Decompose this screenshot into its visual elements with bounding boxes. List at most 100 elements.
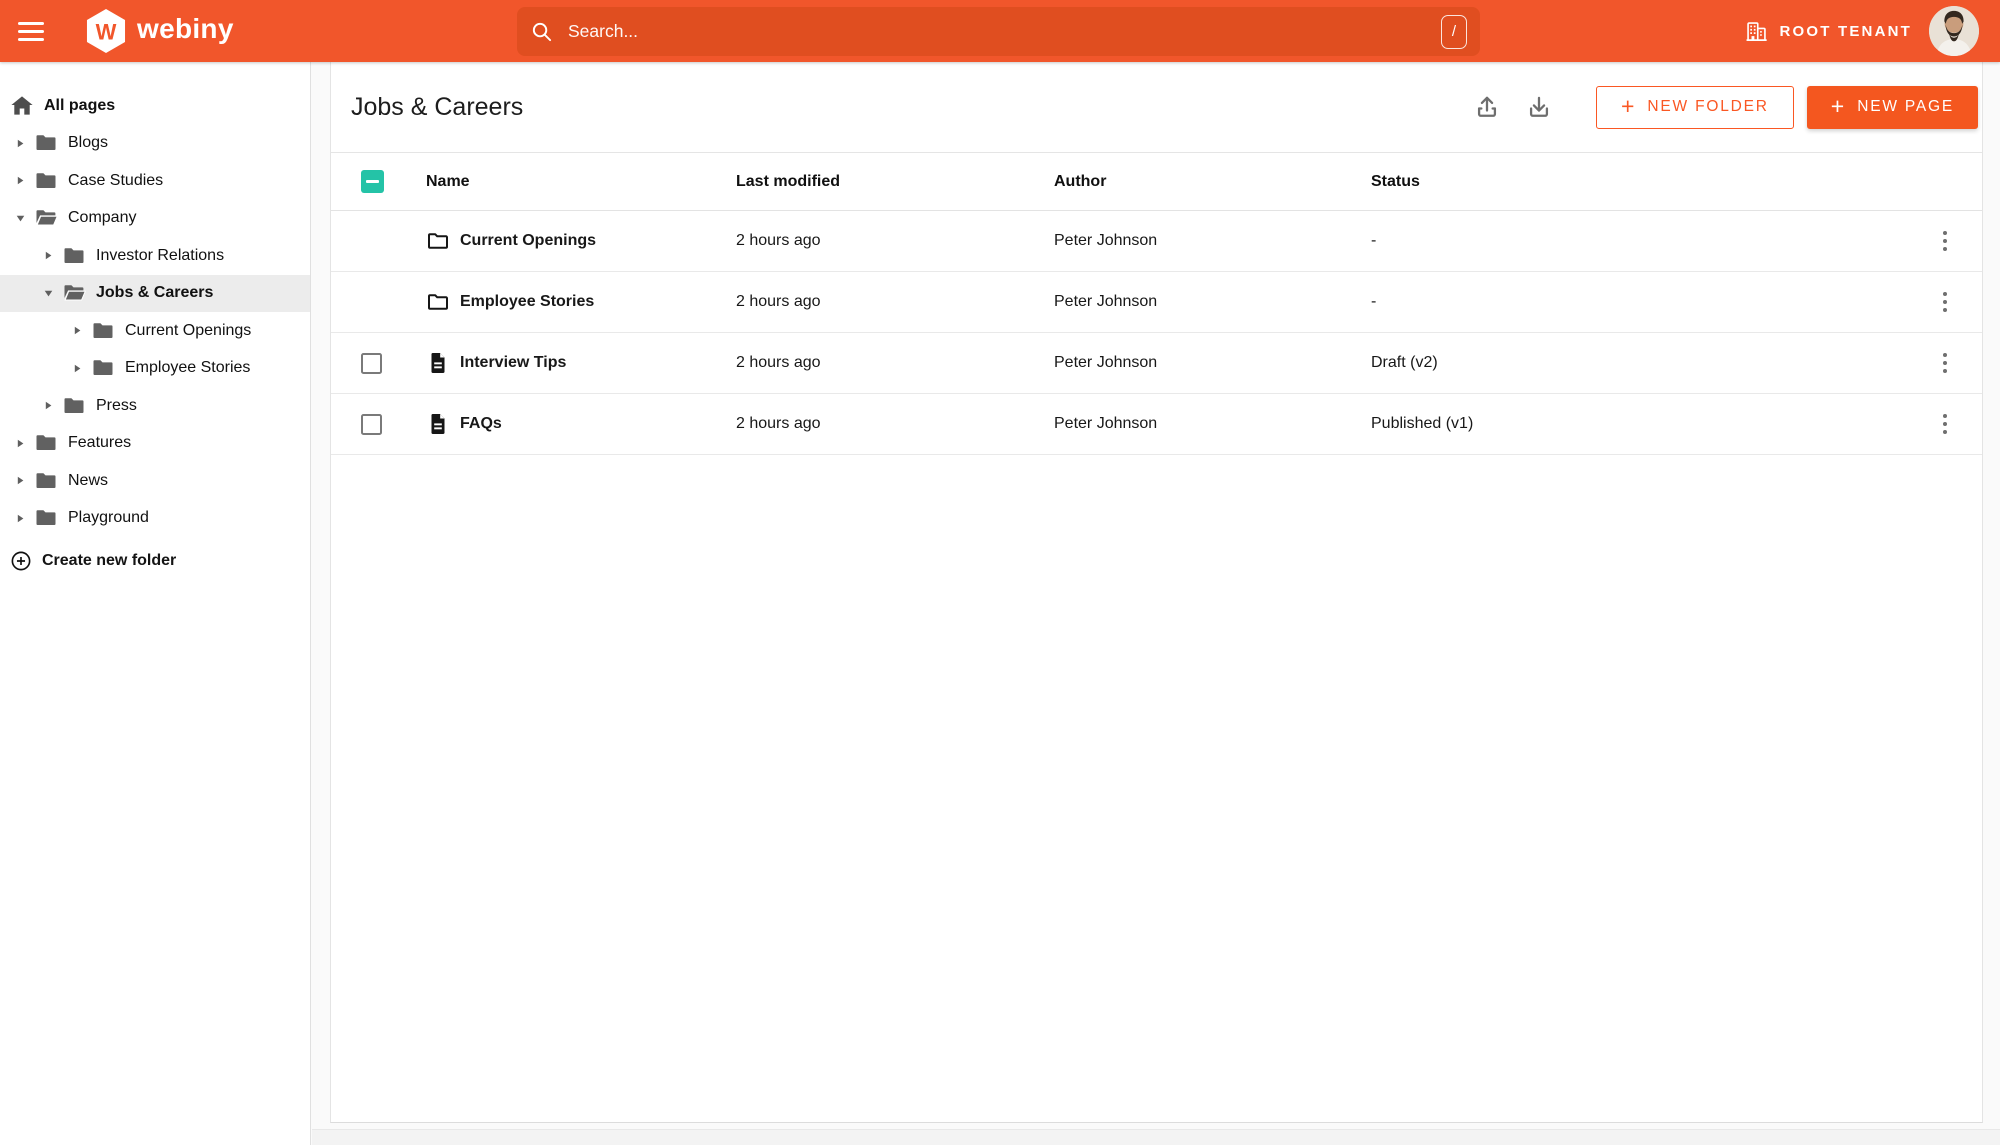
chevron-right-icon[interactable] xyxy=(12,473,28,489)
row-checkbox[interactable] xyxy=(361,413,382,435)
kebab-menu-icon[interactable] xyxy=(1937,408,1954,441)
sidebar-item-label: Investor Relations xyxy=(96,246,225,264)
sidebar-item-current-openings[interactable]: Current Openings xyxy=(0,312,310,350)
folder-icon xyxy=(62,394,86,418)
plus-icon: + xyxy=(1620,92,1635,119)
sidebar-item-case-studies[interactable]: Case Studies xyxy=(0,162,310,200)
chevron-right-icon[interactable] xyxy=(12,135,28,151)
folder-icon xyxy=(34,169,58,193)
import-button[interactable] xyxy=(1468,88,1506,126)
new-folder-button[interactable]: + NEW FOLDER xyxy=(1595,85,1794,129)
kebab-menu-icon[interactable] xyxy=(1937,347,1954,380)
row-last-modified: 2 hours ago xyxy=(736,293,821,310)
row-status: Draft (v2) xyxy=(1371,354,1438,371)
chevron-right-icon[interactable] xyxy=(69,360,85,376)
slash-shortcut-badge: / xyxy=(1441,14,1467,49)
chevron-right-icon[interactable] xyxy=(12,173,28,189)
sidebar-item-investor-relations[interactable]: Investor Relations xyxy=(0,237,310,275)
sidebar-item-playground[interactable]: Playground xyxy=(0,500,310,538)
sidebar-item-label: Company xyxy=(68,209,137,227)
table-row-faqs[interactable]: FAQs 2 hours ago Peter Johnson Published… xyxy=(331,394,1982,455)
avatar[interactable] xyxy=(1929,6,1979,56)
column-header-status: Status xyxy=(1371,172,1420,190)
row-status: - xyxy=(1371,232,1377,249)
column-header-author: Author xyxy=(1054,172,1107,190)
chevron-right-icon[interactable] xyxy=(40,398,56,414)
upload-icon xyxy=(1477,96,1497,117)
document-icon xyxy=(426,351,450,375)
folder-tree: All pages Blogs Case Studies Company Inv… xyxy=(0,87,310,537)
search-bar[interactable]: / xyxy=(517,7,1480,56)
page-title: Jobs & Careers xyxy=(351,92,524,121)
folder-icon xyxy=(62,244,86,268)
export-button[interactable] xyxy=(1520,88,1558,126)
folder-icon xyxy=(91,356,115,380)
bottom-scrollbar-track[interactable] xyxy=(312,1129,2000,1145)
sidebar-item-label: Employee Stories xyxy=(125,359,251,377)
sidebar-item-all-pages[interactable]: All pages xyxy=(0,87,310,125)
folder-icon xyxy=(34,506,58,530)
sidebar-item-features[interactable]: Features xyxy=(0,425,310,463)
sidebar-item-label: Playground xyxy=(68,509,149,527)
logo-wordmark: webiny xyxy=(137,13,234,44)
sidebar-item-label: Features xyxy=(68,434,132,452)
chevron-right-icon[interactable] xyxy=(12,510,28,526)
create-new-folder-button[interactable]: Create new folder xyxy=(0,542,310,580)
building-icon xyxy=(1747,21,1768,41)
chevron-right-icon[interactable] xyxy=(12,435,28,451)
row-last-modified: 2 hours ago xyxy=(736,354,821,371)
menu-icon[interactable] xyxy=(18,18,46,44)
table-row-interview-tips[interactable]: Interview Tips 2 hours ago Peter Johnson… xyxy=(331,333,1982,394)
folder-outline-icon xyxy=(426,290,450,314)
document-icon xyxy=(426,412,450,436)
sidebar-item-label: Case Studies xyxy=(68,171,164,189)
sidebar-item-blogs[interactable]: Blogs xyxy=(0,125,310,163)
chevron-down-icon[interactable] xyxy=(40,285,56,301)
row-author: Peter Johnson xyxy=(1054,232,1158,249)
sidebar-item-company[interactable]: Company xyxy=(0,200,310,238)
svg-text:W: W xyxy=(96,19,117,44)
chevron-down-icon[interactable] xyxy=(12,210,28,226)
new-page-button[interactable]: + NEW PAGE xyxy=(1806,85,1978,129)
pages-panel: Jobs & Careers + NEW FOLDER + NEW PAGE N… xyxy=(330,62,1983,1123)
row-status: - xyxy=(1371,293,1377,310)
row-name: Current Openings xyxy=(460,232,597,249)
select-all-checkbox[interactable] xyxy=(361,170,384,193)
row-status: Published (v1) xyxy=(1371,415,1474,432)
download-icon xyxy=(1529,96,1549,117)
tenant-switcher[interactable]: ROOT TENANT xyxy=(1745,0,1912,62)
folder-icon xyxy=(91,319,115,343)
sidebar-item-employee-stories[interactable]: Employee Stories xyxy=(0,350,310,388)
row-last-modified: 2 hours ago xyxy=(736,415,821,432)
row-author: Peter Johnson xyxy=(1054,354,1158,371)
kebab-menu-icon[interactable] xyxy=(1937,286,1954,319)
sidebar-item-label: News xyxy=(68,471,109,489)
plus-icon: + xyxy=(1830,92,1845,119)
column-header-last-modified: Last modified xyxy=(736,172,841,190)
sidebar-item-news[interactable]: News xyxy=(0,462,310,500)
table-body: Current Openings 2 hours ago Peter Johns… xyxy=(331,211,1982,455)
search-input[interactable] xyxy=(568,21,1441,42)
folder-open-icon xyxy=(34,206,58,230)
sidebar-item-label: All pages xyxy=(44,96,116,114)
chevron-right-icon[interactable] xyxy=(40,248,56,264)
create-new-folder-label: Create new folder xyxy=(42,551,177,569)
table-row-current-openings[interactable]: Current Openings 2 hours ago Peter Johns… xyxy=(331,211,1982,272)
table-row-employee-stories[interactable]: Employee Stories 2 hours ago Peter Johns… xyxy=(331,272,1982,333)
folder-icon xyxy=(34,469,58,493)
row-name: FAQs xyxy=(460,415,502,432)
row-checkbox[interactable] xyxy=(361,352,382,374)
row-name: Employee Stories xyxy=(460,293,595,310)
sidebar-item-press[interactable]: Press xyxy=(0,387,310,425)
row-author: Peter Johnson xyxy=(1054,415,1158,432)
sidebar-item-jobs-careers[interactable]: Jobs & Careers xyxy=(0,274,310,312)
chevron-right-icon[interactable] xyxy=(69,323,85,339)
kebab-menu-icon[interactable] xyxy=(1937,225,1954,258)
row-name: Interview Tips xyxy=(460,354,567,371)
home-icon xyxy=(10,94,33,117)
plus-circle-icon xyxy=(11,551,31,570)
webiny-logo[interactable]: W webiny xyxy=(86,9,234,53)
folder-outline-icon xyxy=(426,229,450,253)
folder-icon xyxy=(34,131,58,155)
top-bar: W webiny / ROOT TENANT xyxy=(0,0,2000,62)
